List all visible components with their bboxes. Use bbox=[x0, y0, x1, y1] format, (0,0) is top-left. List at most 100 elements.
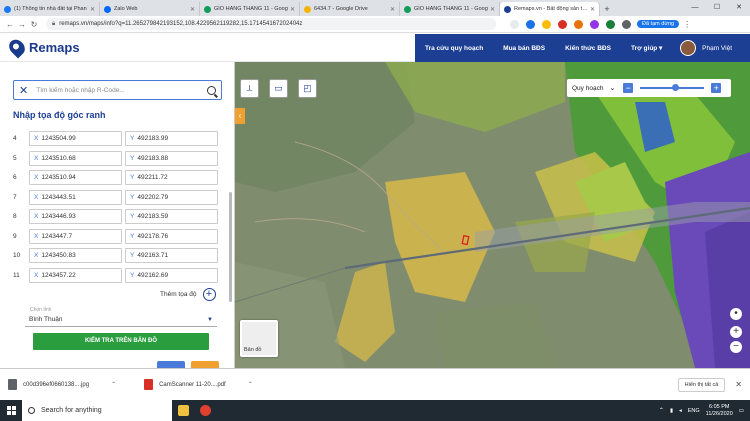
layer-select[interactable]: Quy hoạch bbox=[572, 85, 603, 92]
extension-abp-icon[interactable] bbox=[558, 19, 567, 29]
forward-icon[interactable]: → bbox=[16, 20, 28, 29]
close-icon[interactable]: ✕ bbox=[735, 380, 742, 389]
close-window-icon[interactable]: ✕ bbox=[728, 0, 750, 16]
measure-tool-icon[interactable]: ▭ bbox=[269, 79, 288, 98]
close-tab-icon[interactable]: ✕ bbox=[290, 6, 295, 13]
caret-up-icon[interactable]: ⌃ bbox=[111, 381, 116, 388]
orange-button[interactable] bbox=[191, 361, 219, 368]
windows-start-icon[interactable] bbox=[0, 400, 22, 421]
x-field[interactable]: X 1243446.93 bbox=[29, 209, 122, 225]
caret-down-icon[interactable]: ⌄ bbox=[609, 84, 615, 92]
y-value: 492211.72 bbox=[137, 174, 168, 182]
close-tab-icon[interactable]: ✕ bbox=[590, 6, 595, 13]
more-icon[interactable]: ⋮ bbox=[683, 20, 691, 29]
y-field[interactable]: Y 492202.79 bbox=[125, 189, 218, 205]
browser-tab[interactable]: (1) Thông tin nhà đất tại Phan ✕ bbox=[0, 2, 100, 16]
taskbar-search[interactable]: Search for anything bbox=[22, 400, 172, 421]
star-icon[interactable] bbox=[542, 19, 551, 29]
scrollbar[interactable] bbox=[229, 192, 232, 302]
add-coord[interactable]: Thêm tọa độ + bbox=[160, 288, 216, 301]
opacity-plus-button[interactable]: + bbox=[711, 83, 722, 93]
browser-tab[interactable]: GIỎ HÀNG THÁNG 11 - Goog ✕ bbox=[200, 2, 300, 16]
download-item[interactable]: c00d396ef0660138....jpg ⌃ bbox=[8, 379, 116, 390]
menu-mua-ban[interactable]: Mua bán BĐS bbox=[503, 45, 545, 52]
search-input[interactable]: Tìm kiếm hoặc nhập R-Code... bbox=[36, 87, 207, 94]
x-field[interactable]: X 1243510.68 bbox=[29, 150, 122, 166]
search-icon[interactable] bbox=[207, 85, 216, 95]
file-explorer-icon[interactable] bbox=[172, 400, 194, 421]
caret-up-icon[interactable]: ⌃ bbox=[248, 381, 253, 388]
url-field[interactable]: 🔒︎ remaps.vn/maps/info?q=11.265279842193… bbox=[46, 18, 496, 30]
locate-icon[interactable]: • bbox=[730, 308, 742, 320]
notification-icon[interactable]: ▭ bbox=[739, 408, 744, 414]
favicon-icon bbox=[104, 5, 111, 13]
close-tab-icon[interactable]: ✕ bbox=[390, 6, 395, 13]
browser-tab[interactable]: GIỎ HÀNG THÁNG 11 - Goog ✕ bbox=[400, 2, 500, 16]
x-field[interactable]: X 1243510.94 bbox=[29, 170, 122, 186]
menu-kien-thuc[interactable]: Kiến thức BĐS bbox=[565, 45, 611, 52]
chrome-icon[interactable] bbox=[194, 400, 216, 421]
key-icon[interactable] bbox=[510, 19, 519, 29]
y-field[interactable]: Y 492163.71 bbox=[125, 248, 218, 264]
minimize-icon[interactable]: — bbox=[684, 0, 706, 16]
close-tab-icon[interactable]: ✕ bbox=[190, 6, 195, 13]
reload-icon[interactable]: ↻ bbox=[28, 20, 40, 29]
browser-tab[interactable]: Remaps.vn - Bất động sản thật ✕ bbox=[500, 2, 600, 16]
opacity-slider[interactable] bbox=[640, 84, 705, 91]
paused-badge[interactable]: Đã tạm dừng bbox=[637, 20, 680, 28]
menu-tra-cuu[interactable]: Tra cứu quy hoạch bbox=[425, 45, 483, 52]
draw-area-tool-icon[interactable]: ◰ bbox=[298, 79, 317, 98]
back-icon[interactable]: ← bbox=[4, 20, 16, 29]
close-tab-icon[interactable]: ✕ bbox=[490, 6, 495, 13]
blue-button[interactable] bbox=[157, 361, 185, 368]
new-tab-button[interactable]: + bbox=[600, 2, 614, 16]
clock[interactable]: 6:05 PM 11/26/2020 bbox=[706, 404, 733, 418]
browser-tab[interactable]: 6434.7 - Google Drive ✕ bbox=[300, 2, 400, 16]
user-menu[interactable]: Phạm Việt bbox=[680, 40, 732, 56]
extension-icon[interactable] bbox=[606, 19, 615, 29]
download-item[interactable]: CamScanner 11-20....pdf ⌃ bbox=[144, 379, 253, 390]
y-field[interactable]: Y 492211.72 bbox=[125, 170, 218, 186]
y-field[interactable]: Y 492178.76 bbox=[125, 228, 218, 244]
chevron-up-icon[interactable]: ⌃ bbox=[659, 407, 664, 414]
maximize-icon[interactable]: ☐ bbox=[706, 0, 728, 16]
x-field[interactable]: X 1243504.99 bbox=[29, 131, 122, 147]
coord-row: 4 X 1243504.99 Y 492183.99 bbox=[13, 129, 228, 149]
slider-knob[interactable] bbox=[672, 84, 680, 91]
translate-icon[interactable] bbox=[526, 19, 535, 29]
collapse-panel-icon[interactable]: ‹ bbox=[235, 108, 245, 124]
puzzle-icon[interactable] bbox=[622, 19, 631, 29]
province-select[interactable]: Bình Thuận ▼ bbox=[25, 313, 217, 327]
network-icon[interactable]: ▮ bbox=[670, 408, 673, 414]
remaps-logo[interactable]: Remaps bbox=[6, 36, 80, 59]
show-all-button[interactable]: Hiển thị tất cả bbox=[677, 377, 726, 392]
coord-index: 10 bbox=[13, 252, 21, 260]
y-field[interactable]: Y 492183.99 bbox=[125, 131, 218, 147]
check-on-map-button[interactable]: KIỂM TRA TRÊN BẢN ĐỒ bbox=[33, 333, 209, 350]
tab-title: GIỎ HÀNG THÁNG 11 - Goog bbox=[214, 6, 288, 12]
x-field[interactable]: X 1243457.22 bbox=[29, 267, 122, 283]
map-imagery[interactable] bbox=[235, 62, 750, 368]
y-field[interactable]: Y 492162.69 bbox=[125, 267, 218, 283]
basemap-switch[interactable]: Bản đồ bbox=[240, 320, 278, 357]
x-field[interactable]: X 1243447.7 bbox=[29, 228, 122, 244]
y-field[interactable]: Y 492183.59 bbox=[125, 209, 218, 225]
y-field[interactable]: Y 492183.88 bbox=[125, 150, 218, 166]
opacity-minus-button[interactable]: − bbox=[623, 83, 634, 93]
search-box[interactable]: ✕ Tìm kiếm hoặc nhập R-Code... bbox=[13, 80, 222, 100]
zoom-out-button[interactable]: − bbox=[730, 341, 742, 353]
volume-icon[interactable]: ◂ bbox=[679, 408, 682, 414]
language-indicator[interactable]: ENG bbox=[688, 408, 700, 414]
draw-point-tool-icon[interactable]: ⟂ bbox=[240, 79, 259, 98]
extension-icon[interactable] bbox=[574, 19, 583, 29]
extension-icon[interactable] bbox=[590, 19, 599, 29]
x-field[interactable]: X 1243443.51 bbox=[29, 189, 122, 205]
add-icon[interactable]: + bbox=[202, 288, 216, 301]
browser-tab[interactable]: Zalo Web ✕ bbox=[100, 2, 200, 16]
zoom-in-button[interactable]: + bbox=[730, 326, 742, 338]
close-tab-icon[interactable]: ✕ bbox=[90, 6, 95, 13]
map-view[interactable]: ⟂ ▭ ◰ ‹ Quy hoạch ⌄ − + Bản đồ • + − bbox=[235, 62, 750, 368]
close-icon[interactable]: ✕ bbox=[19, 84, 28, 97]
menu-tro-giup[interactable]: Trợ giúp ▾ bbox=[631, 44, 662, 52]
x-field[interactable]: X 1243450.83 bbox=[29, 248, 122, 264]
